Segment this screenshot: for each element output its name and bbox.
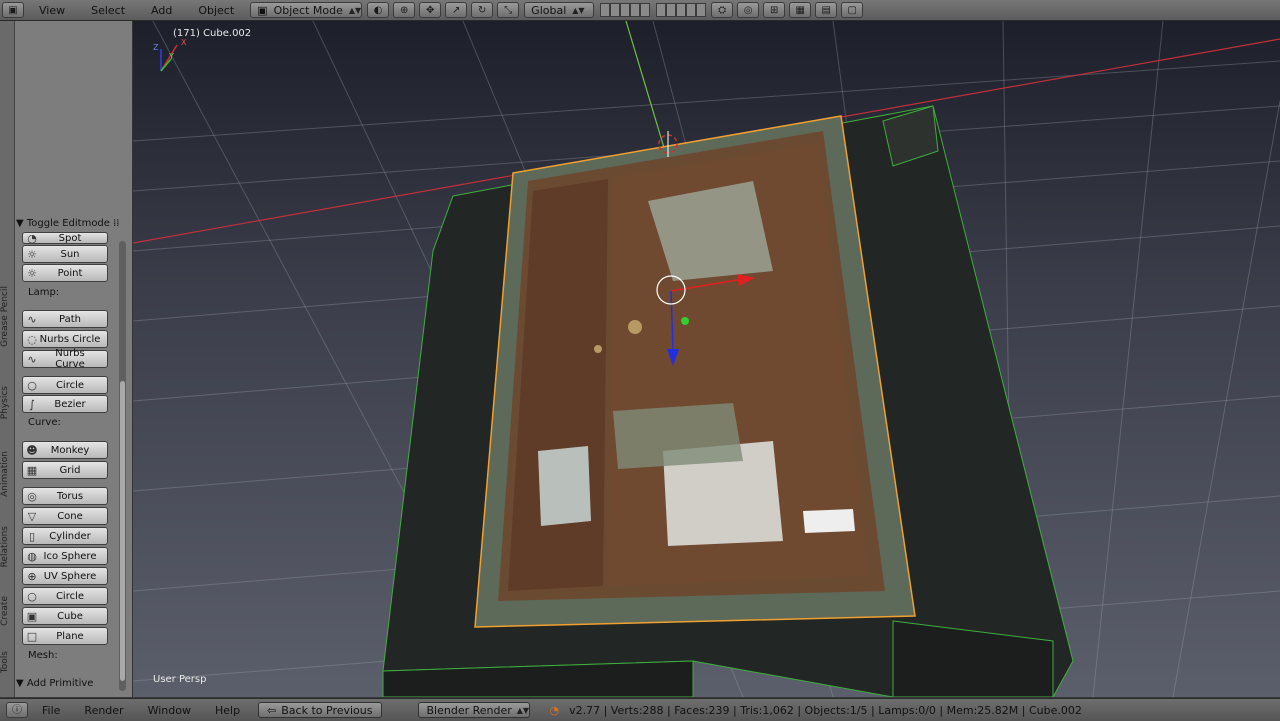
view-type-label: User Persp — [153, 674, 207, 685]
lock-icon[interactable]: ⛭ — [711, 2, 734, 18]
axis-z-label: Z — [153, 43, 159, 52]
layer-buttons-2[interactable] — [656, 3, 707, 17]
tab-tools[interactable]: Tools — [0, 651, 14, 673]
tool-shelf-body: ▼ Toggle Editmode ⁞⁞ ◔ Spot ☼ Sun ☼ Point L… — [16, 21, 130, 697]
mode-dropdown[interactable]: ▣ Object Mode ▲▼ — [250, 2, 363, 18]
manipulator-toggle-icon[interactable]: ✥ — [419, 2, 442, 18]
lamp-point-button[interactable]: ☼ Point — [22, 264, 108, 282]
menu-help[interactable]: Help — [203, 704, 252, 717]
spot-lamp-icon: ◔ — [27, 231, 37, 245]
chevron-icon: ▲▼ — [572, 5, 585, 15]
chevron-icon: ▲▼ — [348, 5, 362, 15]
tab-grease-pencil[interactable]: Grease Pencil — [0, 286, 14, 347]
tool-shelf-tabs: Tools Create Relations Animation Physics… — [0, 21, 15, 697]
curve-nurbs-circle-button[interactable]: ◌ Nurbs Circle — [22, 330, 108, 348]
info-editor-icon[interactable]: ⓘ — [6, 702, 28, 718]
cube-icon: ▣ — [257, 3, 268, 17]
curve-nurbs-curve-button[interactable]: ∿ Nurbs Curve — [22, 348, 108, 370]
tab-create[interactable]: Create — [0, 596, 14, 626]
curve-bezier-button[interactable]: ∫ Bezier — [22, 395, 108, 413]
grid-icon: ▦ — [26, 463, 38, 477]
path-icon: ∿ — [27, 312, 37, 326]
scrollbar-thumb[interactable] — [120, 381, 125, 681]
torus-icon: ◎ — [27, 489, 37, 503]
nurbs-circle-icon: ◌ — [27, 332, 37, 346]
menu-view[interactable]: View — [26, 4, 78, 17]
blender-logo-icon: ◔ — [549, 703, 560, 717]
mesh-grid-button[interactable]: ▦ Grid — [22, 461, 108, 479]
camera-icon[interactable]: ▢ — [841, 2, 864, 18]
chevron-icon: ▲▼ — [516, 705, 530, 715]
cube-icon: ▣ — [26, 609, 38, 623]
mesh-cylinder-button[interactable]: ▯ Cylinder — [22, 527, 108, 545]
snap-icon[interactable]: ⊞ — [763, 2, 786, 18]
info-header: ⓘ File Render Window Help ⇦ Back to Prev… — [0, 698, 1280, 721]
lamp-sun-button[interactable]: ☼ Sun — [22, 245, 108, 263]
curve-circle-icon: ○ — [27, 378, 37, 392]
mesh-cube-button[interactable]: ▣ Cube — [22, 607, 108, 625]
editor-type-icon[interactable]: ▣ — [2, 2, 24, 18]
viewport-scene — [133, 21, 1280, 697]
translate-icon[interactable]: ↗ — [445, 2, 468, 18]
scene-statistics: v2.77 | Verts:288 | Faces:239 | Tris:1,0… — [569, 703, 1082, 717]
uv-sphere-icon: ⊕ — [27, 569, 37, 583]
orientation-dropdown[interactable]: Global ▲▼ — [524, 2, 595, 18]
viewport-header: ▣ View Select Add Object ▣ Object Mode ▲… — [0, 0, 1280, 21]
tab-relations[interactable]: Relations — [0, 526, 14, 567]
menu-object[interactable]: Object — [185, 4, 247, 17]
cone-icon: ▽ — [27, 509, 37, 523]
tool-shelf: Tools Create Relations Animation Physics… — [0, 21, 133, 697]
monkey-icon: ☻ — [26, 443, 38, 457]
curve-circle-button[interactable]: ○ Circle — [22, 376, 108, 394]
curve-section-label: Curve: — [28, 417, 61, 428]
point-lamp-icon: ☼ — [27, 266, 37, 280]
add-primitive-header[interactable]: ▼ Add Primitive — [16, 678, 128, 689]
lamp-section-label: Lamp: — [28, 287, 60, 298]
plane-icon: □ — [26, 629, 38, 643]
back-icon: ⇦ — [267, 703, 277, 717]
mesh-plane-button[interactable]: □ Plane — [22, 627, 108, 645]
render-engine-dropdown[interactable]: Blender Render ▲▼ — [417, 702, 530, 718]
nurbs-curve-icon: ∿ — [27, 352, 37, 366]
mesh-uv-sphere-button[interactable]: ⊕ UV Sphere — [22, 567, 108, 585]
ico-sphere-icon: ◍ — [27, 549, 37, 563]
mode-label: Object Mode — [273, 3, 343, 17]
tab-physics[interactable]: Physics — [0, 386, 14, 419]
pivot-point-icon[interactable]: ⊕ — [393, 2, 416, 18]
mesh-section-label: Mesh: — [28, 650, 58, 661]
viewport-shading-icon[interactable]: ◐ — [367, 2, 390, 18]
mesh-cone-button[interactable]: ▽ Cone — [22, 507, 108, 525]
tab-animation[interactable]: Animation — [0, 451, 14, 497]
axis-y-label: Y — [169, 52, 174, 61]
rotate-icon[interactable]: ↻ — [471, 2, 494, 18]
circle-icon: ○ — [27, 589, 37, 603]
curve-path-button[interactable]: ∿ Path — [22, 310, 108, 328]
sun-icon: ☼ — [27, 247, 37, 261]
render-preview-icon[interactable]: ▤ — [815, 2, 838, 18]
tool-shelf-scrollbar[interactable] — [119, 241, 126, 691]
menu-file[interactable]: File — [30, 704, 72, 717]
lamp-spot-button[interactable]: ◔ Spot — [22, 231, 108, 245]
menu-select[interactable]: Select — [78, 4, 138, 17]
mesh-torus-button[interactable]: ◎ Torus — [22, 487, 108, 505]
mesh-circle-button[interactable]: ○ Circle — [22, 587, 108, 605]
toggle-editmode-header[interactable]: ▼ Toggle Editmode ⁞⁞ — [16, 218, 128, 229]
3d-viewport[interactable]: (171) Cube.002 User Persp X Y Z — [133, 21, 1280, 697]
scale-icon[interactable]: ⤡ — [497, 2, 520, 18]
bezier-icon: ∫ — [29, 397, 35, 411]
snap-element-icon[interactable]: ▦ — [789, 2, 812, 18]
menu-add[interactable]: Add — [138, 4, 185, 17]
menu-render[interactable]: Render — [72, 704, 135, 717]
mesh-ico-sphere-button[interactable]: ◍ Ico Sphere — [22, 547, 108, 565]
cylinder-icon: ▯ — [28, 529, 36, 543]
orientation-label: Global — [531, 3, 567, 17]
proportional-edit-icon[interactable]: ◎ — [737, 2, 760, 18]
layer-buttons[interactable] — [600, 3, 651, 17]
back-to-previous-button[interactable]: ⇦ Back to Previous — [258, 702, 382, 718]
axis-x-label: X — [181, 38, 187, 47]
menu-window[interactable]: Window — [136, 704, 203, 717]
door-mesh — [474, 115, 916, 628]
y-axis-line — [625, 21, 669, 162]
mesh-monkey-button[interactable]: ☻ Monkey — [22, 441, 108, 459]
